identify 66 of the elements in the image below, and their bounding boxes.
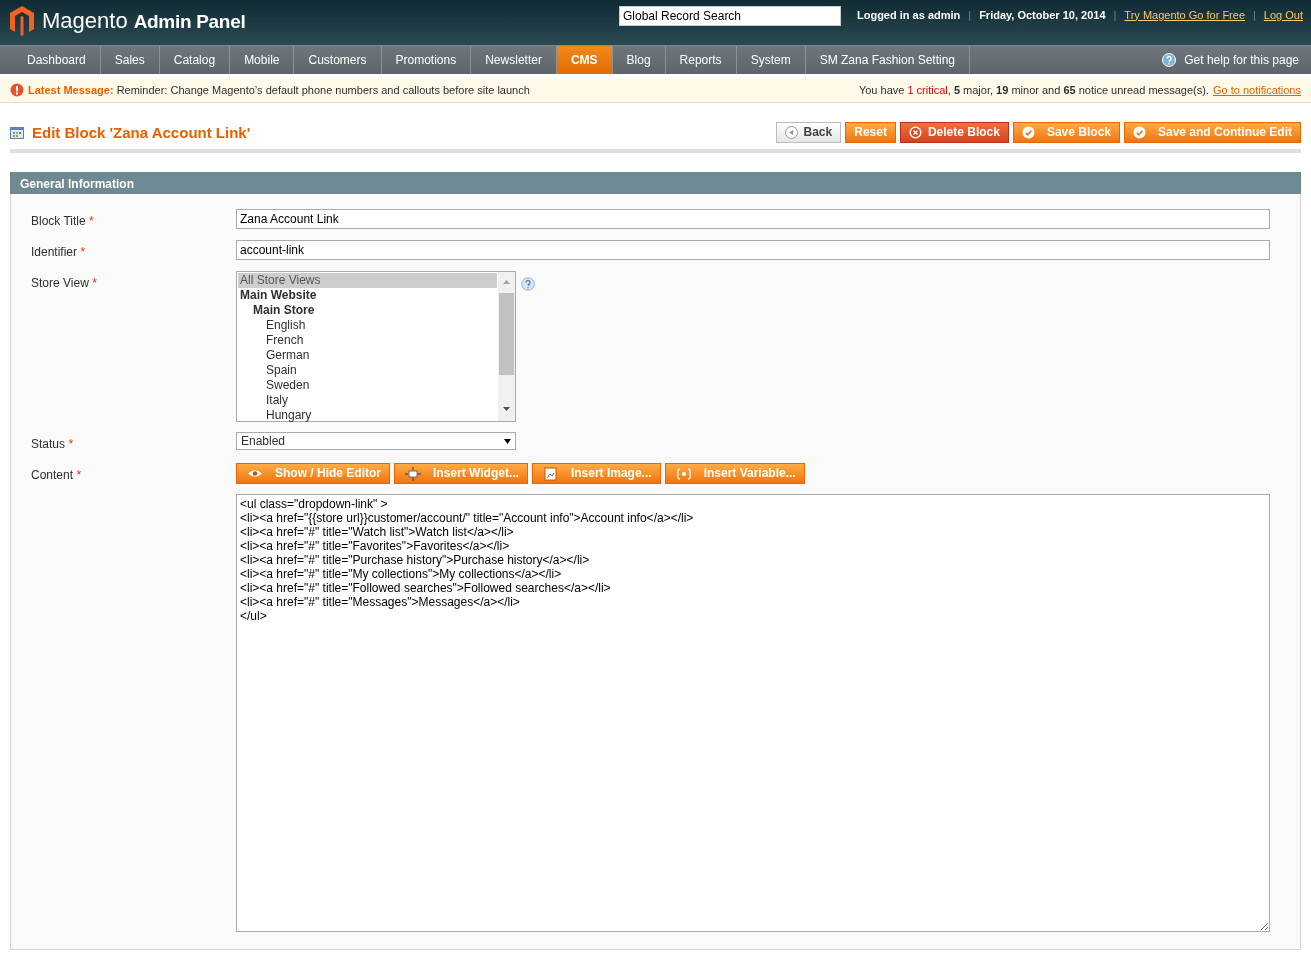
header-link[interactable]: Log Out bbox=[1263, 6, 1303, 24]
text-field[interactable]: account-link bbox=[236, 240, 1270, 260]
help-link[interactable]: Get help for this page bbox=[1184, 51, 1311, 69]
widget-icon bbox=[405, 466, 421, 481]
separator: | bbox=[1253, 7, 1256, 23]
user-info: Logged in as admin bbox=[857, 7, 961, 23]
separator: | bbox=[968, 7, 972, 23]
required-mark: * bbox=[68, 437, 74, 451]
field-label: Identifier bbox=[31, 245, 78, 259]
nav-tab[interactable]: SM Zana Fashion Setting bbox=[805, 46, 971, 74]
field-label: Status bbox=[31, 437, 66, 451]
option-group-label: Main Website bbox=[239, 288, 318, 303]
status-select[interactable]: Enabled bbox=[236, 432, 516, 450]
field-label: Store View bbox=[31, 276, 89, 290]
checkmark-icon bbox=[1133, 126, 1146, 139]
required-mark: * bbox=[92, 276, 97, 290]
nav-tab[interactable]: Dashboard bbox=[13, 46, 101, 74]
content-textarea[interactable]: <ul class="dropdown-link" > <li><a href="{{store url}}customer/account/" title="Account info">Account info</a></li> <li><a href="#" title="Watch list">Watch list</a></li> <li><a href="#" title="Favorites">Favorites</a></li> <li><a href="#" title="Purchase history">Purchase history</a></li> <li><a href="#" title="My collections">My collections</a></li> <li><a href="#" title="Followed searches">Followed searches</a></li> <li><a href="#" title="Messages">Messages</a></li> </ul> bbox=[236, 494, 1270, 932]
nav-tab[interactable]: Blog bbox=[612, 46, 666, 74]
header-link[interactable]: Try Magento Go for Free bbox=[1124, 6, 1245, 24]
field-label: Block Title bbox=[31, 214, 86, 228]
notification-summary: You have 1 critical, 5 major, 19 minor and 65 notice unread message(s). bbox=[858, 82, 1209, 98]
nav-tab[interactable]: Mobile bbox=[230, 46, 295, 74]
nav-tab[interactable]: Sales bbox=[100, 46, 160, 74]
list-option[interactable]: Spain bbox=[238, 363, 497, 378]
grid-icon bbox=[10, 126, 24, 139]
section-header: General Information bbox=[10, 172, 1301, 194]
list-option[interactable]: All Store Views bbox=[238, 273, 497, 288]
search-field[interactable]: Global Record Search bbox=[619, 6, 841, 26]
required-mark: * bbox=[80, 245, 86, 259]
error-icon bbox=[10, 83, 24, 97]
toolbar-button[interactable]: Back bbox=[775, 122, 842, 143]
dropdown-arrow-icon bbox=[504, 438, 511, 444]
nav-tab[interactable]: Customers bbox=[294, 46, 382, 74]
nav-tab[interactable]: Newsletter bbox=[471, 46, 557, 74]
list-option[interactable]: Hungary bbox=[238, 408, 497, 423]
option-group-label: Main Store bbox=[252, 303, 316, 318]
page-title: Edit Block 'Zana Account Link' bbox=[32, 123, 251, 142]
nav-tab[interactable]: CMS bbox=[556, 46, 613, 74]
logo-text: Magento Admin Panel bbox=[42, 7, 246, 35]
nav-tab[interactable]: Catalog bbox=[159, 46, 231, 74]
required-mark: * bbox=[89, 214, 94, 228]
nav-tab[interactable]: Reports bbox=[665, 46, 737, 74]
list-option[interactable]: Sweden bbox=[238, 378, 497, 393]
checkmark-icon bbox=[1021, 126, 1035, 139]
nav-tab[interactable]: System bbox=[736, 46, 806, 74]
magento-logo-icon bbox=[10, 5, 34, 36]
message-text: Latest Message: Reminder: Change Magento’s default phone numbers and callouts before site launch bbox=[28, 82, 530, 98]
list-option[interactable]: Italy bbox=[238, 393, 497, 408]
list-option[interactable]: French bbox=[238, 333, 497, 348]
required-mark: * bbox=[76, 468, 82, 482]
separator: | bbox=[1113, 7, 1117, 23]
store-view-listbox[interactable]: All Store Views Main Website Main Store English French German Spain Sweden Italy Hungary bbox=[236, 271, 516, 422]
toolbar-button[interactable]: Delete Block bbox=[899, 122, 1009, 143]
picture-icon bbox=[542, 466, 559, 481]
field-label: Content bbox=[31, 468, 74, 482]
list-option[interactable]: German bbox=[238, 348, 497, 363]
notifications-link[interactable]: Go to notifications bbox=[1212, 81, 1301, 99]
help-icon bbox=[521, 277, 535, 291]
text-field[interactable]: Zana Account Link bbox=[236, 209, 1270, 229]
help-icon bbox=[1162, 53, 1177, 67]
variable-icon bbox=[675, 466, 692, 481]
nav-tab[interactable]: Promotions bbox=[381, 46, 472, 74]
date-text: Friday, October 10, 2014 bbox=[979, 7, 1106, 23]
list-option[interactable]: English bbox=[238, 318, 497, 333]
close-icon bbox=[908, 126, 922, 139]
